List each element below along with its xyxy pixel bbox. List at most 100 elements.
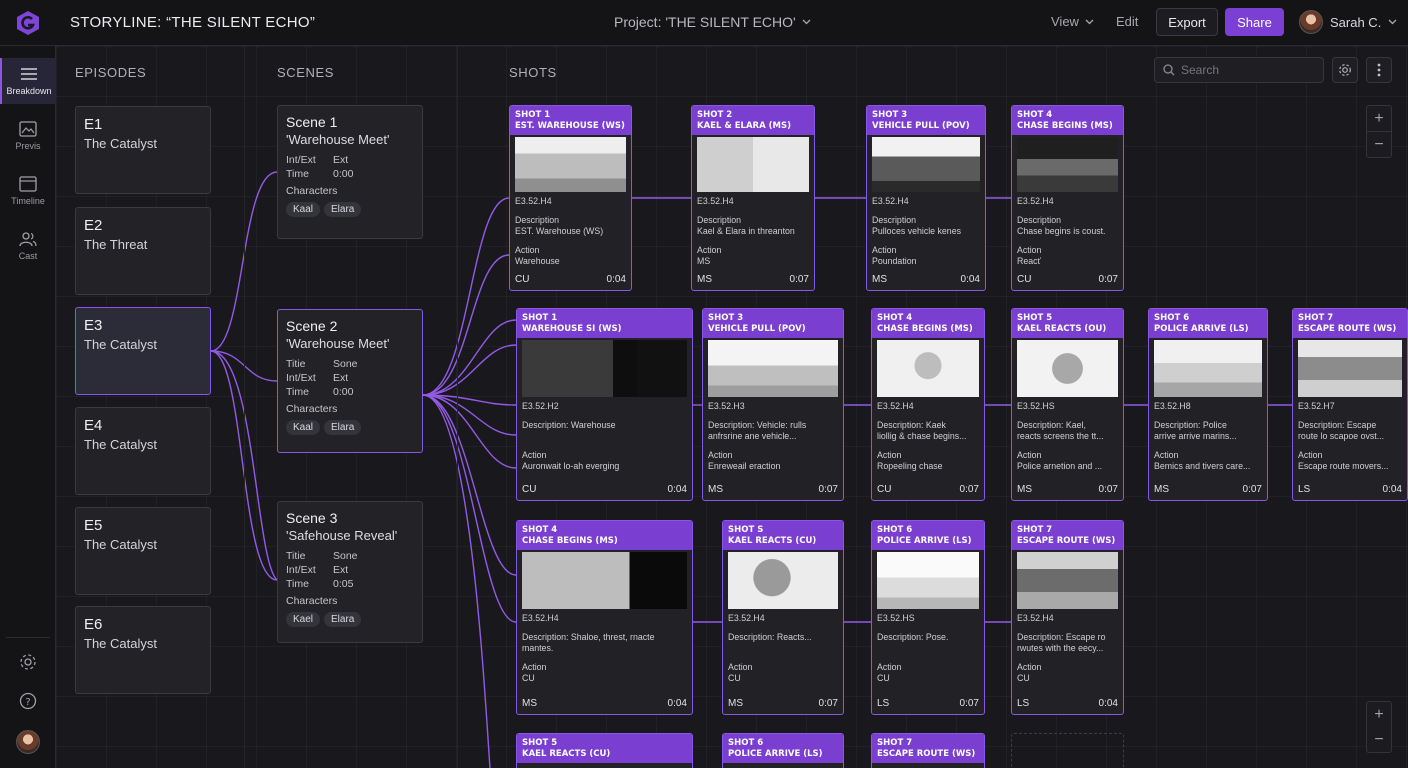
sidebar-item-previs[interactable]: Previs [0,113,56,159]
sidebar-item-timeline[interactable]: Timeline [0,168,56,214]
episode-card-e3[interactable]: E3 The Catalyst [75,307,211,395]
shot-card[interactable]: SHOT 4 CHASE BEGINS (MS) E3.52.H4 Descripti… [871,308,985,501]
shot-act: Action [1154,449,1179,460]
view-menu[interactable]: View [1051,14,1094,29]
empty-shot-slot[interactable] [1011,733,1124,768]
character-chip[interactable]: Kaal [286,202,321,217]
sidebar-item-label: Previs [15,141,41,151]
zoom-out-button[interactable]: − [1367,727,1391,752]
shot-card[interactable]: SHOT 6 POLICE ARRIVE (LS) E3.52.HS Descript… [871,520,985,715]
scene-title: Scene 1 [286,114,338,130]
storyboard-thumbnail[interactable] [697,137,809,192]
scene-card-1[interactable]: Scene 1 'Warehouse Meet' Int/Ext Ext Time… [277,105,423,239]
shot-card[interactable]: SHOT 7 ESCAPE ROUTE (WS) [871,733,985,768]
episode-card-e5[interactable]: E5 The Catalyst [75,507,211,595]
shot-card[interactable]: SHOT 6 POLICE ARRIVE (LS) [722,733,844,768]
shot-details: E3.52.H4 Description: Escape ro rwutes wit… [1012,609,1123,685]
shot-code: E3.52.H2 [522,401,559,411]
zoom-controls-top: + − [1366,105,1392,158]
episode-code: E4 [84,417,103,434]
settings-button[interactable] [0,653,56,671]
shot-card[interactable]: SHOT 2 KAEL & ELARA (MS) E3.52.H4 Descripti… [691,105,815,291]
shot-card[interactable]: SHOT 1 EST. WAREHOUSE (WS) E3.52.H4 Descrip… [509,105,632,291]
shot-card[interactable]: SHOT 5 KAEL REACTS (OU) E3.52.HS Descriptio… [1011,308,1124,501]
help-button[interactable]: ? [0,692,56,710]
storyboard-thumbnail[interactable] [522,340,687,397]
scene-card-2[interactable]: Scene 2 'Warehouse Meet' Titie Sone Int/E… [277,309,423,453]
shot-act2: CU [877,673,890,683]
shot-card[interactable]: SHOT 6 POLICE ARRIVE (LS) E3.52.H8 Descript… [1148,308,1268,501]
character-chip[interactable]: Kaal [286,420,321,435]
storyboard-thumbnail[interactable] [515,137,626,192]
storyboard-thumbnail[interactable] [877,552,979,609]
export-button[interactable]: Export [1156,8,1218,36]
shot-footer: LS 0:07 [877,698,979,709]
timeline-icon [19,176,37,192]
storyboard-thumbnail[interactable] [872,137,980,192]
shot-footer: CU 0:07 [877,484,979,495]
search-box[interactable] [1154,57,1324,83]
storyboard-thumbnail[interactable] [1017,552,1118,609]
zoom-in-button[interactable]: + [1367,702,1391,727]
storyboard-thumbnail[interactable] [708,340,838,397]
storyboard-thumbnail[interactable] [1154,340,1262,397]
shot-card[interactable]: SHOT 5 KAEL REACTS (CU) [516,733,693,768]
character-chip[interactable]: Elara [324,202,362,217]
shot-footer: CU 0:07 [1017,274,1118,285]
character-chip[interactable]: Kael [286,612,321,627]
field-value: 0:05 [333,578,354,590]
episode-card-e4[interactable]: E4 The Catalyst [75,407,211,495]
shot-footer: MS 0:07 [728,698,838,709]
shot-size: LS [1017,698,1030,709]
canvas-settings-button[interactable] [1332,57,1358,83]
shot-card[interactable]: SHOT 3 VEHICLE PULL (POV) E3.52.H4 Descript… [866,105,986,291]
character-chip[interactable]: Elara [324,612,362,627]
episode-card-e2[interactable]: E2 The Threat [75,207,211,295]
episode-card-e6[interactable]: E6 The Catalyst [75,606,211,694]
shot-card[interactable]: SHOT 3 VEHICLE PULL (POV) E3.52.H3 Descript… [702,308,844,501]
shot-desc: Description: Shaloe, threst, rnacte [522,631,655,642]
shot-size: CU [522,484,537,495]
shot-number: SHOT 7 [1017,525,1053,535]
edit-menu[interactable]: Edit [1116,14,1138,29]
profile-button[interactable] [0,730,56,754]
shot-act: Action [708,449,733,460]
storyboard-thumbnail[interactable] [1017,340,1118,397]
sidebar-item-cast[interactable]: Cast [0,223,56,269]
shot-card[interactable]: SHOT 4 CHASE BEGINS (MS) E3.52.H4 Descripti… [1011,105,1124,291]
more-options-button[interactable] [1366,57,1392,83]
storyboard-thumbnail[interactable] [1298,340,1402,397]
shot-card[interactable]: SHOT S KAEL REACTS (CU) E3.52.H4 Descriptio… [722,520,844,715]
plus-icon: + [1374,109,1384,127]
search-input[interactable] [1181,63,1311,77]
storyboard-thumbnail[interactable] [522,552,687,609]
shot-header: SHOT 5 KAEL REACTS (CU) [517,734,692,763]
app-logo-icon[interactable] [15,10,41,36]
storyboard-thumbnail[interactable] [877,340,979,397]
shot-card[interactable]: SHOT 7 ESCAPE ROUTE (WS) E3.52.H4 Descripti… [1011,520,1124,715]
shot-code: E3.52.H4 [728,613,765,623]
zoom-out-button[interactable]: − [1367,132,1391,157]
storyboard-thumbnail[interactable] [728,552,838,609]
shot-size: MS [1017,484,1032,495]
field-key: Time [286,386,309,398]
storyboard-thumbnail[interactable] [1017,137,1118,192]
shot-header: SHOT 7 ESCAPE ROUTE (WS) [872,734,984,763]
share-button[interactable]: Share [1225,8,1284,36]
character-chip[interactable]: Elara [324,420,362,435]
sidebar-item-breakdown[interactable]: Breakdown [0,58,56,104]
shot-card[interactable]: SHOT 7 ESCAPE ROUTE (WS) E3.52.H7 Descripti… [1292,308,1408,501]
zoom-in-button[interactable]: + [1367,106,1391,131]
shot-card[interactable]: SHOT 4 CHASE BEGINS (MS) E3.52.H4 Descripti… [516,520,693,715]
character-chips: Kael Elara [286,612,414,627]
project-selector[interactable]: Project: 'THE SILENT ECHO' [614,14,811,30]
scene-field: Titie Sone [286,357,414,371]
scene-card-3[interactable]: Scene 3 'Safehouse Reveal' Titie Sone Int… [277,501,423,643]
shot-card[interactable]: SHOT 1 WAREHOUSE SI (WS) E3.52.H2 Descripti… [516,308,693,501]
episode-card-e1[interactable]: E1 The Catalyst [75,106,211,194]
shot-desc: Description: Escape [1298,419,1377,430]
user-menu[interactable]: Sarah C. [1299,10,1397,34]
sidebar-item-label: Cast [18,251,38,261]
